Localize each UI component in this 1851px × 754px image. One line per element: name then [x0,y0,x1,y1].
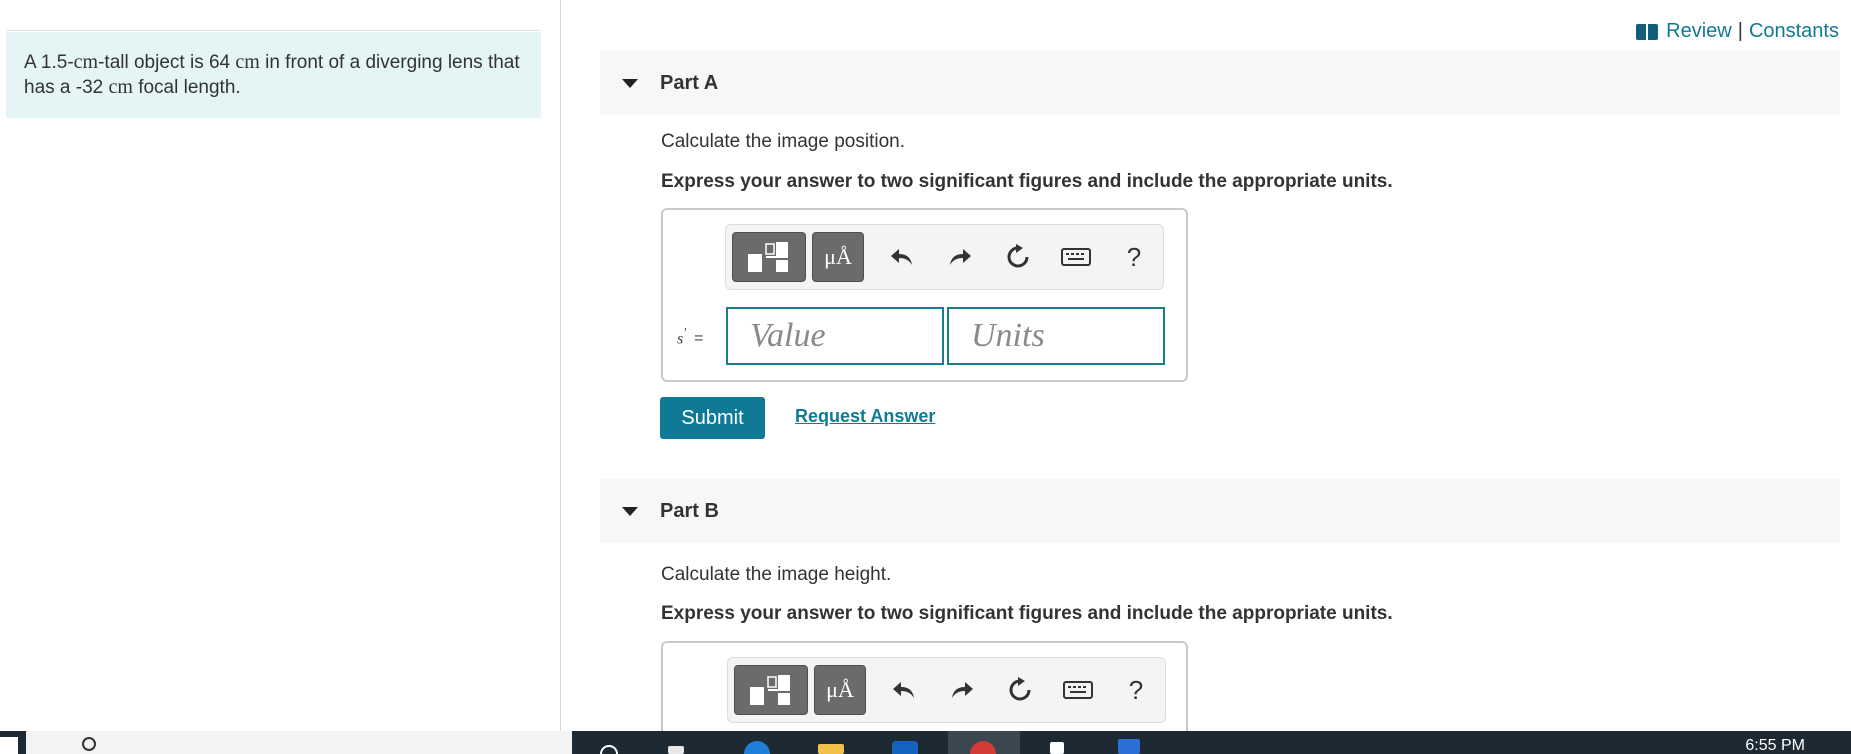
review-constants-links: Review | Constants [1636,20,1839,43]
taskbar-search[interactable] [26,731,572,754]
templates-button[interactable] [732,232,806,282]
taskbar: 6:55 PM [0,731,1851,754]
variable-label: s′ = [677,325,704,348]
problem-text: -tall object is 64 [98,52,236,73]
chevron-down-icon [622,506,638,516]
problem-unit: cm [235,51,260,73]
math-toolbar: μÅ ? [727,657,1166,723]
problem-statement: A 1.5-cm-tall object is 64 cm in front o… [6,32,541,118]
part-a-title: Part A [660,71,719,94]
part-b-title: Part B [660,499,719,522]
part-b-instruction-bold: Express your answer to two significant f… [661,603,1393,624]
reset-icon[interactable] [998,237,1038,277]
problem-text: A 1.5- [24,52,74,73]
edge-icon[interactable] [744,741,770,754]
file-icon[interactable] [668,746,684,754]
part-a-instruction: Calculate the image position. [661,131,905,152]
math-toolbar: μÅ ? [725,224,1164,290]
problem-unit: cm [108,76,133,98]
value-input[interactable] [726,307,944,365]
page: A 1.5-cm-tall object is 64 cm in front o… [0,0,1851,754]
file-explorer-icon[interactable] [818,744,844,754]
task-view-icon[interactable] [600,745,618,754]
review-link[interactable]: Review [1666,20,1732,43]
store-icon[interactable] [892,741,918,754]
keyboard-icon[interactable] [1056,237,1096,277]
redo-icon[interactable] [940,237,980,277]
templates-icon [750,675,790,705]
constants-link[interactable]: Constants [1749,20,1839,43]
word-icon[interactable] [1118,739,1140,754]
panel-divider [560,0,561,731]
part-a-instruction-bold: Express your answer to two significant f… [661,171,1393,192]
problem-unit: cm [73,51,99,73]
undo-icon[interactable] [882,237,922,277]
chevron-down-icon [622,78,638,88]
taskbar-clock: 6:55 PM [1745,737,1805,754]
part-a-answer-box: μÅ ? s′ = [661,208,1188,382]
keyboard-icon[interactable] [1058,670,1098,710]
link-separator: | [1737,20,1743,42]
units-button[interactable]: μÅ [814,665,866,715]
problem-text: focal length. [132,77,241,98]
tools-icon[interactable] [1050,742,1064,754]
windows-start-icon[interactable] [0,737,18,754]
panel-top-border [6,30,541,31]
part-b-answer-box: μÅ ? [661,641,1188,741]
help-icon[interactable]: ? [1114,237,1154,277]
submit-button[interactable]: Submit [660,397,765,439]
help-icon[interactable]: ? [1116,670,1156,710]
templates-button[interactable] [734,665,808,715]
part-a-header[interactable]: Part A [600,51,1840,115]
book-icon [1636,23,1659,40]
part-b-instruction: Calculate the image height. [661,564,892,585]
search-icon [82,737,96,751]
reset-icon[interactable] [1000,670,1040,710]
templates-icon [748,242,788,272]
undo-icon[interactable] [884,670,924,710]
units-input[interactable] [947,307,1165,365]
equals-sign: = [694,330,704,348]
redo-icon[interactable] [942,670,982,710]
variable-prime: ′ [683,325,687,340]
part-b-header[interactable]: Part B [600,479,1840,543]
units-button[interactable]: μÅ [812,232,864,282]
request-answer-link[interactable]: Request Answer [795,406,935,427]
